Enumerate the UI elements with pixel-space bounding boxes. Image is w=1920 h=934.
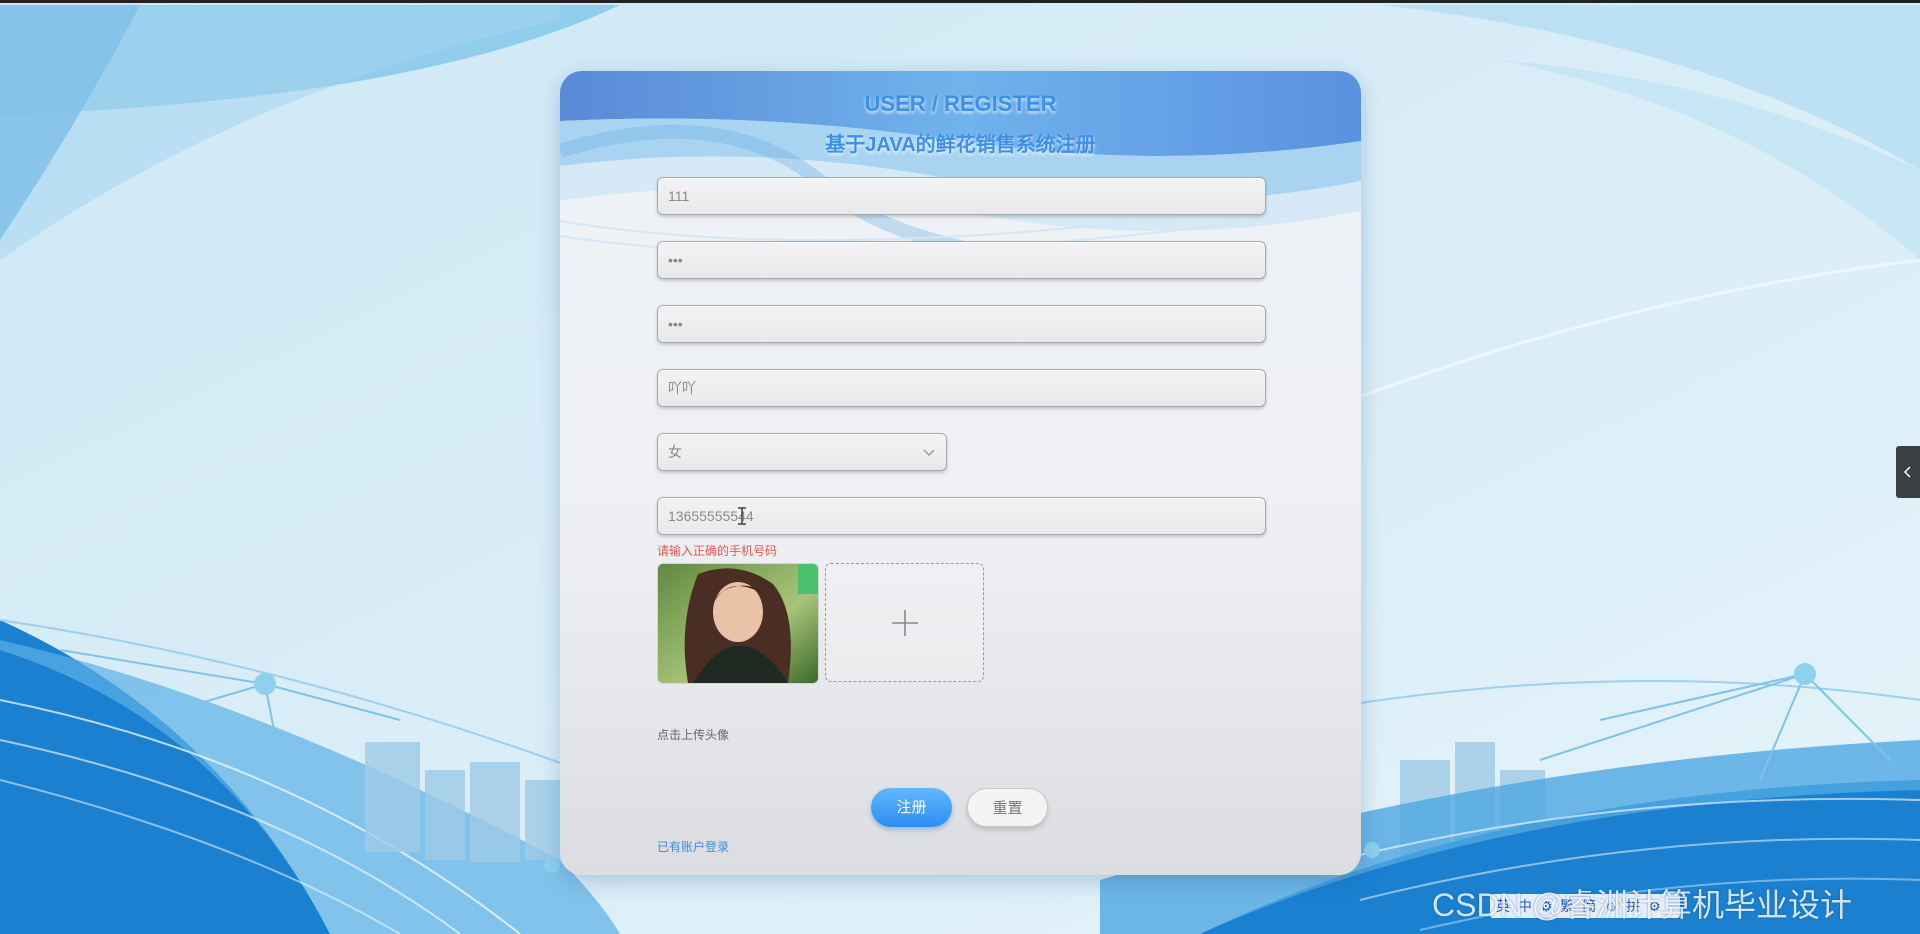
password-input[interactable]: •••	[657, 241, 1266, 279]
side-panel-toggle[interactable]	[1896, 446, 1920, 498]
phone-error-message: 请输入正确的手机号码	[657, 544, 778, 558]
register-button[interactable]: 注册	[871, 788, 952, 827]
gender-select[interactable]: 女	[657, 433, 947, 471]
plus-icon	[892, 610, 918, 636]
chevron-left-icon	[1903, 466, 1911, 478]
chevron-down-icon	[923, 449, 935, 456]
watermark: CSDN @睿洲计算机毕业设计	[1432, 887, 1853, 923]
phone-input[interactable]: 13655555544	[657, 497, 1266, 535]
avatar-upload-hint: 点击上传头像	[657, 728, 730, 742]
page-title-cn: 基于JAVA的鲜花销售系统注册	[825, 134, 1096, 156]
reset-button[interactable]: 重置	[967, 788, 1048, 827]
gender-select-value: 女	[668, 444, 682, 460]
name-input[interactable]: 吖吖	[657, 369, 1266, 407]
confirm-password-input[interactable]: •••	[657, 305, 1266, 343]
account-input[interactable]: 111	[657, 177, 1266, 215]
text-cursor-icon	[738, 507, 746, 525]
register-card: USER / REGISTER 基于JAVA的鲜花销售系统注册 111 ••• …	[560, 71, 1361, 875]
page-title-en: USER / REGISTER	[864, 91, 1057, 116]
login-link[interactable]: 已有账户登录	[657, 838, 729, 855]
avatar-upload-button[interactable]	[825, 563, 984, 682]
avatar-preview[interactable]	[657, 563, 819, 684]
